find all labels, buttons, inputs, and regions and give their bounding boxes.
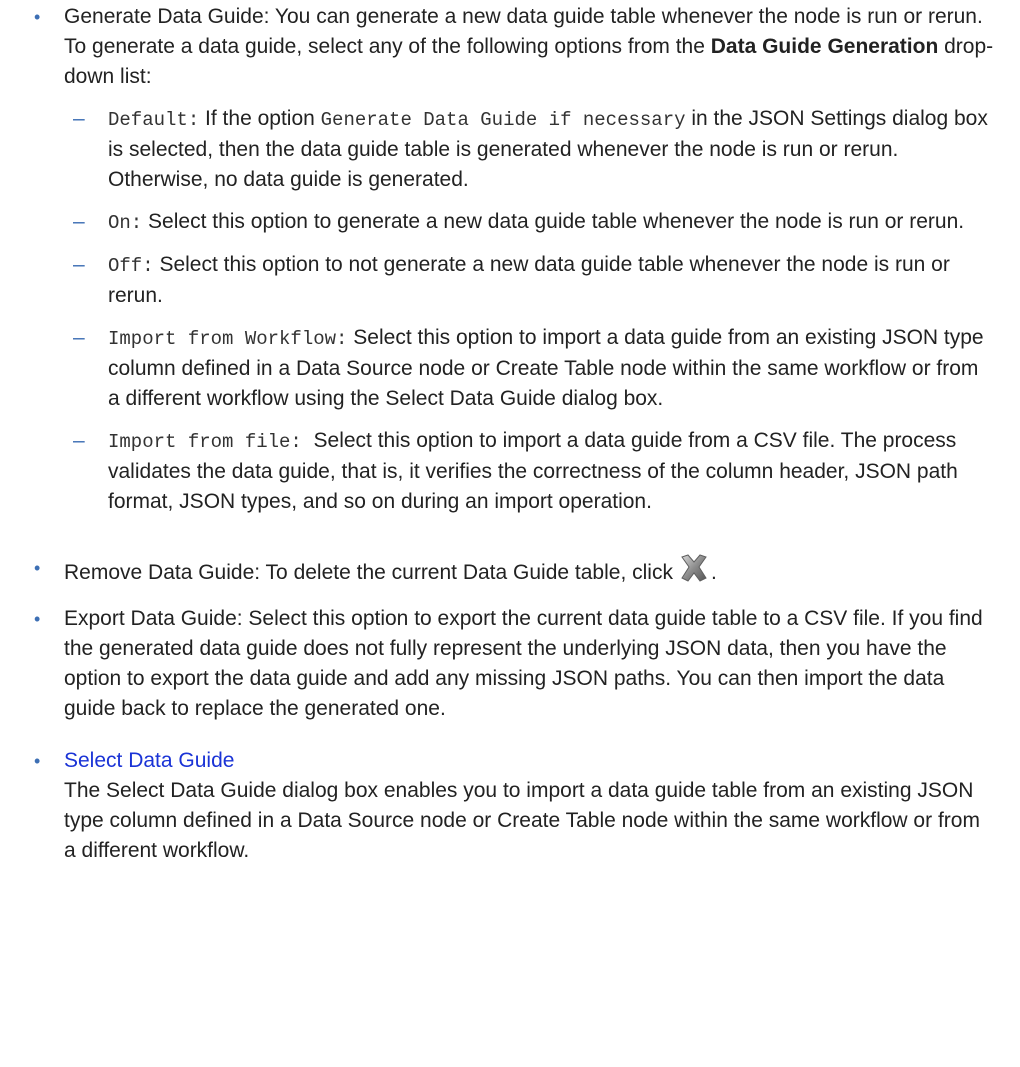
option-text: Select this option to generate a new dat… bbox=[142, 210, 965, 233]
option-code: On: bbox=[108, 212, 143, 234]
document-body: • Generate Data Guide: You can generate … bbox=[0, 0, 1020, 866]
list-item-remove-data-guide: • Remove Data Guide: To delete the curre… bbox=[0, 553, 1020, 592]
dash-marker: – bbox=[73, 326, 85, 349]
option-text-pre: If the option bbox=[199, 107, 321, 130]
option-code: Import from Workflow: bbox=[108, 328, 348, 350]
option-off: – Off: Select this option to not generat… bbox=[0, 250, 1020, 311]
option-code-inline: Generate Data Guide if necessary bbox=[320, 109, 686, 131]
dash-marker: – bbox=[73, 107, 85, 130]
delete-x-icon bbox=[677, 553, 711, 592]
option-code: Default: bbox=[108, 109, 200, 131]
bullet-marker: • bbox=[34, 558, 41, 578]
bullet-marker: • bbox=[34, 609, 41, 629]
option-default: – Default: If the option Generate Data G… bbox=[0, 104, 1020, 195]
generate-lead: Generate Data Guide: bbox=[64, 5, 270, 28]
list-item-select-data-guide: • Select Data Guide The Select Data Guid… bbox=[0, 746, 1020, 866]
remove-text: Remove Data Guide: To delete the current… bbox=[64, 561, 673, 584]
dash-marker: – bbox=[73, 210, 85, 233]
bullet-marker: • bbox=[34, 751, 41, 771]
select-data-guide-link[interactable]: Select Data Guide bbox=[64, 749, 234, 772]
option-import-from-file: – Import from file: Select this option t… bbox=[0, 426, 1020, 517]
list-item-generate-data-guide: • Generate Data Guide: You can generate … bbox=[0, 2, 1020, 92]
option-on: – On: Select this option to generate a n… bbox=[0, 207, 1020, 238]
export-text: Export Data Guide: Select this option to… bbox=[64, 607, 983, 720]
dash-marker: – bbox=[73, 429, 85, 452]
option-import-from-workflow: – Import from Workflow: Select this opti… bbox=[0, 323, 1020, 414]
select-data-guide-description: The Select Data Guide dialog box enables… bbox=[64, 779, 980, 862]
generate-bold-label: Data Guide Generation bbox=[710, 35, 939, 58]
remove-period: . bbox=[710, 561, 717, 584]
bullet-marker: • bbox=[34, 7, 41, 27]
option-code: Import from file: bbox=[108, 431, 302, 453]
option-code: Off: bbox=[108, 255, 154, 277]
list-item-export-data-guide: • Export Data Guide: Select this option … bbox=[0, 604, 1020, 724]
dash-marker: – bbox=[73, 253, 85, 276]
option-text: Select this option to not generate a new… bbox=[108, 253, 950, 307]
